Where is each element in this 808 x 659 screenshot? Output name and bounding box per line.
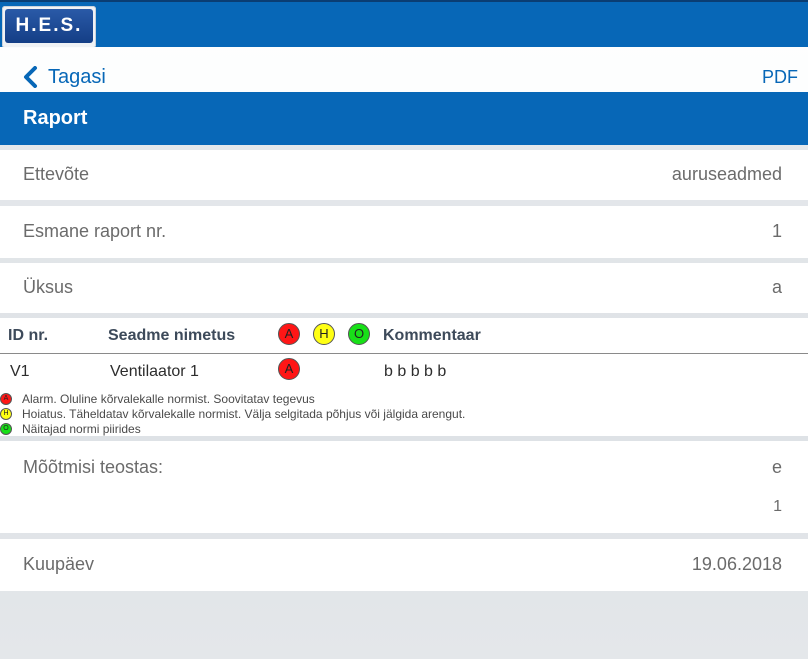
hes-logo[interactable]: H.E.S. bbox=[2, 6, 96, 48]
legend-ok-text: Näitajad normi piirides bbox=[22, 422, 141, 436]
company-label: Ettevõte bbox=[23, 164, 90, 184]
row-comment: b b b b b bbox=[384, 363, 447, 380]
legend-warning-text: Hoiatus. Täheldatav kõrvalekalle normist… bbox=[22, 407, 466, 421]
nav-bar: Tagasi PDF bbox=[0, 47, 808, 92]
company-row: Ettevõte auruseadmed bbox=[0, 150, 808, 200]
report-number-row: Esmane raport nr. 1 bbox=[0, 206, 808, 258]
date-row: Kuupäev 19.06.2018 bbox=[0, 539, 808, 591]
row-id: V1 bbox=[10, 363, 30, 380]
logo-text: H.E.S. bbox=[5, 9, 93, 43]
report-number-value: 1 bbox=[771, 221, 782, 241]
back-button[interactable]: Tagasi bbox=[22, 64, 106, 90]
page-title: Raport bbox=[0, 92, 808, 145]
measured-by-value: e bbox=[771, 457, 782, 477]
column-header-warning: H bbox=[313, 323, 335, 345]
measured-by-label: Mõõtmisi teostas: bbox=[23, 457, 164, 477]
header-divider bbox=[0, 353, 808, 354]
unit-row: Üksus a bbox=[0, 263, 808, 313]
report-number-label: Esmane raport nr. bbox=[23, 221, 167, 241]
pdf-button[interactable]: PDF bbox=[762, 67, 798, 88]
column-header-id: ID nr. bbox=[8, 327, 49, 344]
chevron-left-icon bbox=[24, 66, 37, 88]
column-header-ok: O bbox=[348, 323, 370, 345]
row-status-badge: A bbox=[278, 358, 300, 380]
back-label: Tagasi bbox=[48, 65, 106, 88]
legend-alarm-text: Alarm. Oluline kõrvalekalle normist. Soo… bbox=[22, 392, 315, 406]
date-value: 19.06.2018 bbox=[691, 554, 782, 574]
company-value: auruseadmed bbox=[671, 164, 782, 184]
column-header-comment: Kommentaar bbox=[383, 327, 481, 344]
column-header-alarm: A bbox=[278, 323, 300, 345]
date-label: Kuupäev bbox=[23, 554, 95, 574]
row-device-name: Ventilaator 1 bbox=[110, 363, 199, 380]
warning-dot: H bbox=[0, 408, 12, 420]
unit-label: Üksus bbox=[23, 277, 74, 297]
measured-by-row: Mõõtmisi teostas: e 1 bbox=[0, 441, 808, 533]
measured-by-value-2: 1 bbox=[773, 498, 782, 515]
column-header-name: Seadme nimetus bbox=[108, 327, 236, 344]
top-bar: H.E.S. bbox=[0, 0, 808, 48]
alarm-dot: A bbox=[0, 393, 12, 405]
measurement-table-panel: ID nr. Seadme nimetus A H O Kommentaar V… bbox=[0, 318, 808, 436]
ok-dot: O bbox=[0, 423, 12, 435]
unit-value: a bbox=[771, 277, 782, 297]
